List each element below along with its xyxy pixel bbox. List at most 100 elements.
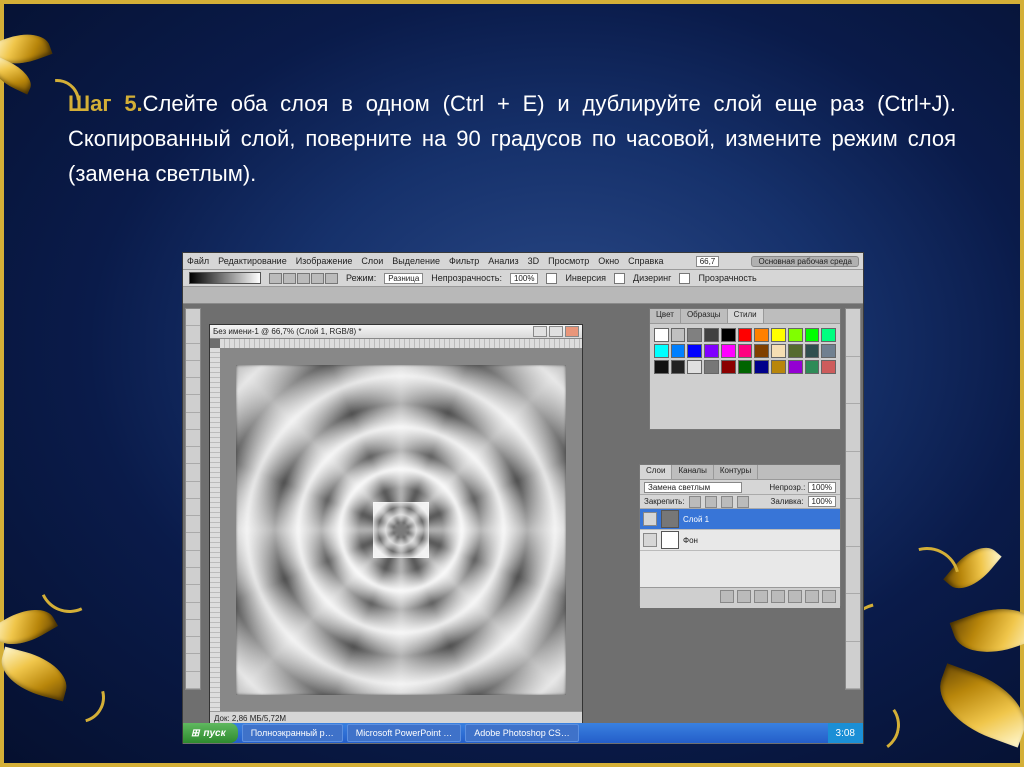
gradient-preview[interactable] [189,272,261,284]
new-layer-icon[interactable] [805,590,819,603]
workspace-switcher[interactable]: Основная рабочая среда [751,256,859,267]
ruler-vertical [210,348,220,711]
style-swatch[interactable] [805,360,820,374]
close-button[interactable] [565,326,579,337]
style-swatch[interactable] [738,344,753,358]
opacity-field[interactable]: 100% [510,273,538,284]
style-swatch[interactable] [671,360,686,374]
menu-help[interactable]: Справка [628,256,663,266]
menu-edit[interactable]: Редактирование [218,256,287,266]
minimize-button[interactable] [533,326,547,337]
menu-file[interactable]: Файл [187,256,209,266]
lock-position-icon[interactable] [721,496,733,508]
layers-panel-tabs: Слои Каналы Контуры [640,465,840,480]
layers-panel: Слои Каналы Контуры Замена светлым Непро… [639,464,841,606]
style-swatch[interactable] [805,328,820,342]
style-swatch[interactable] [654,344,669,358]
transparency-checkbox[interactable] [679,273,690,284]
menu-image[interactable]: Изображение [296,256,353,266]
style-swatch[interactable] [771,360,786,374]
style-swatch[interactable] [821,328,836,342]
style-swatch[interactable] [738,328,753,342]
menu-analysis[interactable]: Анализ [488,256,518,266]
layer-row[interactable]: Слой 1 [640,509,840,530]
layer-row[interactable]: Фон [640,530,840,551]
trash-icon[interactable] [822,590,836,603]
swatch-grid[interactable] [650,324,840,378]
style-swatch[interactable] [721,360,736,374]
style-swatch[interactable] [721,344,736,358]
style-swatch[interactable] [754,328,769,342]
fill-field[interactable]: 100% [808,496,836,507]
lock-all-icon[interactable] [737,496,749,508]
visibility-icon[interactable] [643,533,657,547]
layer-name: Слой 1 [683,515,709,524]
taskbar-item[interactable]: Полноэкранный р… [242,724,343,742]
zoom-field[interactable]: 66,7 [696,256,720,267]
menu-filter[interactable]: Фильтр [449,256,479,266]
adjustment-layer-icon[interactable] [771,590,785,603]
taskbar-item[interactable]: Microsoft PowerPoint … [347,724,462,742]
artwork-kaleidoscope [236,365,566,695]
tab-color[interactable]: Цвет [650,309,681,323]
lock-pixels-icon[interactable] [705,496,717,508]
style-swatch[interactable] [687,360,702,374]
style-swatch[interactable] [654,328,669,342]
blend-mode-field[interactable]: Разница [384,273,423,284]
style-swatch[interactable] [654,360,669,374]
style-swatch[interactable] [754,360,769,374]
layer-opacity-field[interactable]: 100% [808,482,836,493]
style-swatch[interactable] [671,328,686,342]
tab-layers[interactable]: Слои [640,465,672,479]
menu-3d[interactable]: 3D [528,256,540,266]
right-dock[interactable] [845,308,861,690]
group-icon[interactable] [788,590,802,603]
style-swatch[interactable] [754,344,769,358]
dither-checkbox[interactable] [614,273,625,284]
step-label: Шаг 5. [68,91,143,116]
style-swatch[interactable] [704,360,719,374]
layer-mask-icon[interactable] [754,590,768,603]
workspace-area: Без имени-1 @ 66,7% (Слой 1, RGB/8) * До… [183,304,863,744]
canvas[interactable] [220,348,582,711]
lock-transparency-icon[interactable] [689,496,701,508]
style-swatch[interactable] [788,360,803,374]
tab-channels[interactable]: Каналы [672,465,713,479]
tab-swatches[interactable]: Образцы [681,309,728,323]
start-button[interactable]: ⊞ пуск [183,723,238,743]
menu-view[interactable]: Просмотр [548,256,589,266]
style-swatch[interactable] [704,344,719,358]
layer-style-icon[interactable] [737,590,751,603]
style-swatch[interactable] [738,360,753,374]
style-swatch[interactable] [671,344,686,358]
style-swatch[interactable] [821,360,836,374]
style-swatch[interactable] [771,328,786,342]
style-swatch[interactable] [771,344,786,358]
menu-window[interactable]: Окно [598,256,619,266]
system-tray[interactable]: 3:08 [828,723,863,743]
gradient-type-buttons[interactable] [269,273,338,284]
toolbox[interactable] [185,308,201,690]
menu-select[interactable]: Выделение [392,256,440,266]
visibility-icon[interactable] [643,512,657,526]
style-swatch[interactable] [805,344,820,358]
menu-layers[interactable]: Слои [361,256,383,266]
style-swatch[interactable] [721,328,736,342]
style-swatch[interactable] [788,328,803,342]
style-swatch[interactable] [704,328,719,342]
style-swatch[interactable] [788,344,803,358]
style-swatch[interactable] [687,344,702,358]
layer-list: Слой 1 Фон [640,509,840,587]
inverse-checkbox[interactable] [546,273,557,284]
tab-styles[interactable]: Стили [728,309,764,323]
style-swatch[interactable] [687,328,702,342]
inverse-label: Инверсия [565,273,606,283]
opacity-label: Непрозрачность: [431,273,502,283]
document-titlebar[interactable]: Без имени-1 @ 66,7% (Слой 1, RGB/8) * [210,325,582,339]
maximize-button[interactable] [549,326,563,337]
tab-paths[interactable]: Контуры [714,465,758,479]
link-layers-icon[interactable] [720,590,734,603]
style-swatch[interactable] [821,344,836,358]
blend-mode-select[interactable]: Замена светлым [644,482,742,493]
taskbar-item[interactable]: Adobe Photoshop CS… [465,724,579,742]
